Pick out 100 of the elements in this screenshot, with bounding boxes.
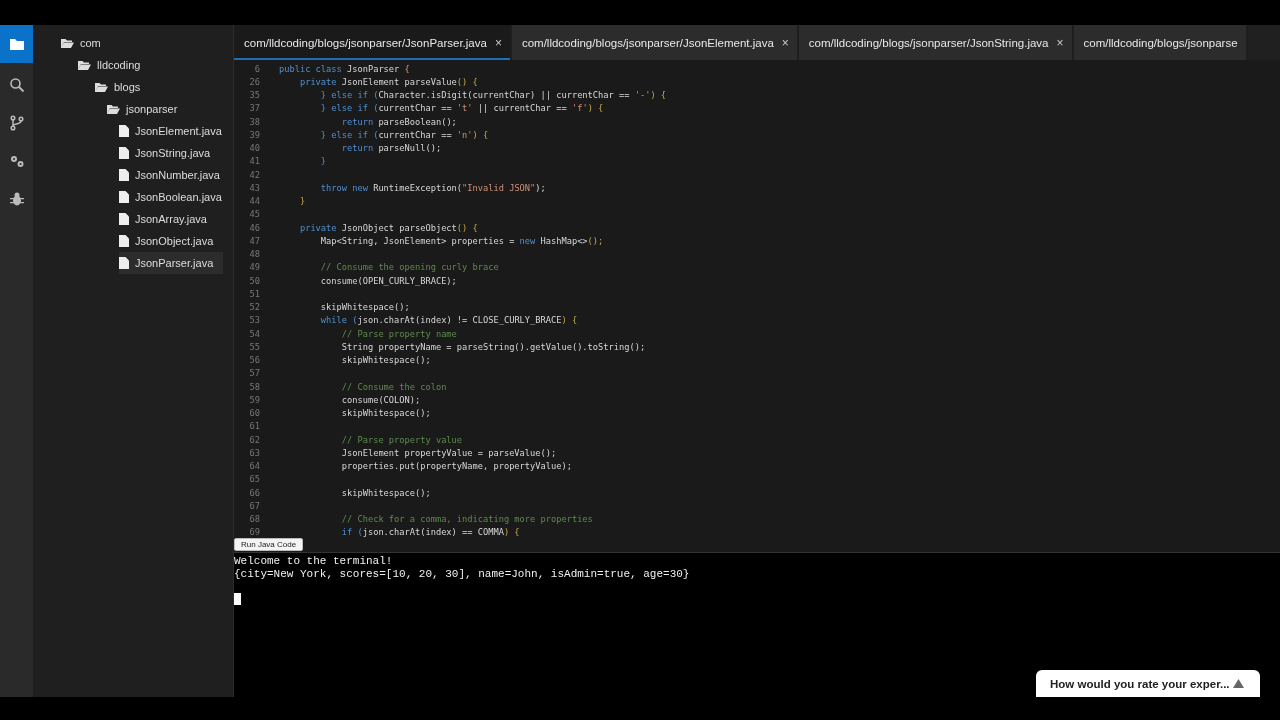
line-number: 66 [248,487,260,498]
line-number: 47 [248,235,260,246]
line-number: 37 [248,103,260,114]
bug-icon [8,191,25,207]
file-icon [119,213,129,225]
folder-icon [61,37,74,49]
line-number: 51 [248,288,260,299]
tree-item[interactable]: JsonArray.java [119,208,211,230]
close-icon[interactable]: × [1056,35,1064,50]
line-number: 54 [248,328,260,339]
code-line: while (json.charAt(index) != CLOSE_CURLY_BRACE) { [319,315,578,326]
tree-item[interactable]: JsonObject.java [119,230,218,252]
line-number: 6 [253,63,260,74]
close-icon[interactable]: × [781,35,789,50]
tree-item[interactable]: JsonElement.java [119,120,226,142]
line-number: 38 [248,116,260,127]
tree-item[interactable]: blogs [95,76,145,98]
settings-icon [8,153,25,169]
code-line: skipWhitespace(); [340,487,431,498]
line-number: 53 [248,315,260,326]
folder-icon [107,103,120,115]
tree-item[interactable]: jsonparser [107,98,182,120]
tree-item[interactable]: com [61,32,105,54]
code-line: private JsonElement parseValue() { [298,76,478,87]
line-number: 62 [248,434,260,445]
code-line: String propertyName = parseString().getValue().toString(); [340,341,646,352]
code-line: private JsonObject parseObject() { [298,222,478,233]
line-number: 49 [248,262,260,273]
caret-icon [1233,679,1244,688]
folder-icon [8,36,25,52]
branch-icon [8,115,25,131]
line-number: 56 [248,355,260,366]
line-number: 68 [248,514,260,525]
line-number: 39 [248,129,260,140]
code-line: } [319,156,327,167]
line-number: 44 [248,196,260,207]
line-number: 57 [248,368,260,379]
activity-bar-item[interactable] [0,25,33,63]
text-cursor [234,593,241,605]
line-number: 48 [248,249,260,260]
code-line: } else if (currentChar == 'n') { [319,129,489,140]
code-line: } else if (Character.isDigit(currentChar) || currentChar == '-') { [319,90,667,101]
code-line: return parseBoolean(); [340,116,457,127]
code-line: throw new RuntimeException("Invalid JSON"); [319,182,546,193]
tree-item[interactable]: JsonString.java [119,142,215,164]
code-line: JsonElement propertyValue = parseValue(); [340,447,557,458]
code-line: // Consume the colon [340,381,447,392]
line-number: 63 [248,447,260,458]
line-number: 64 [248,461,260,472]
code-line: // Parse property name [340,328,457,339]
file-icon [119,191,129,203]
line-number: 59 [248,394,260,405]
code-line: consume(OPEN_CURLY_BRACE); [319,275,457,286]
line-number: 45 [248,209,260,220]
code-line: return parseNull(); [340,143,442,154]
tree-item[interactable]: JsonParser.java [119,252,224,274]
line-number: 55 [248,341,260,352]
line-number: 46 [248,222,260,233]
line-number: 50 [248,275,260,286]
line-number: 67 [248,500,260,511]
code-line: } else if (currentChar == 't' || currentChar == 'f') { [319,103,604,114]
code-line: skipWhitespace(); [340,408,431,419]
code-line: consume(COLON); [340,394,421,405]
line-number: 52 [248,302,260,313]
editor-tab[interactable]: com/lldcoding/blogs/jsonparser/JsonString.java × [798,25,1074,60]
line-number: 43 [248,182,260,193]
tree-item[interactable]: JsonBoolean.java [119,186,226,208]
line-number: 60 [248,408,260,419]
file-icon [119,169,129,181]
code-line: // Consume the opening curly brace [319,262,499,273]
file-icon [119,147,129,159]
folder-icon [78,59,91,71]
line-number: 65 [248,474,260,485]
tree-item[interactable]: JsonNumber.java [119,164,224,186]
terminal-output: Welcome to the terminal! [234,555,394,568]
editor-tab[interactable]: com/lldcoding/blogs/jsonparse [1073,25,1248,60]
tree-item[interactable]: lldcoding [78,54,145,76]
line-number: 69 [248,527,260,537]
code-line: Map<String, JsonElement> properties = new HashMap<>(); [319,235,604,246]
code-line: // Parse property value [340,434,463,445]
file-icon [119,257,129,269]
line-number: 58 [248,381,260,392]
editor-tab[interactable]: com/lldcoding/blogs/jsonparser/JsonParser.java × [234,25,512,60]
line-number: 41 [248,156,260,167]
line-number: 40 [248,143,260,154]
close-icon[interactable]: × [494,35,502,50]
code-line: public class JsonParser { [279,63,410,74]
search-icon [8,77,25,93]
file-icon [119,235,129,247]
folder-icon [95,81,108,93]
code-line: skipWhitespace(); [340,355,431,366]
code-line: if (json.charAt(index) == COMMA) { [340,527,520,537]
editor-tab[interactable]: com/lldcoding/blogs/jsonparser/JsonElement.java × [511,25,799,60]
line-number: 35 [248,90,260,101]
run-button[interactable]: Run Java Code [234,538,304,551]
code-line: skipWhitespace(); [319,302,410,313]
code-line: } [298,196,306,207]
code-line: // Check for a comma, indicating more properties [340,514,593,525]
feedback-widget[interactable]: How would you rate your exper... [1036,670,1260,697]
line-number: 26 [248,76,260,87]
